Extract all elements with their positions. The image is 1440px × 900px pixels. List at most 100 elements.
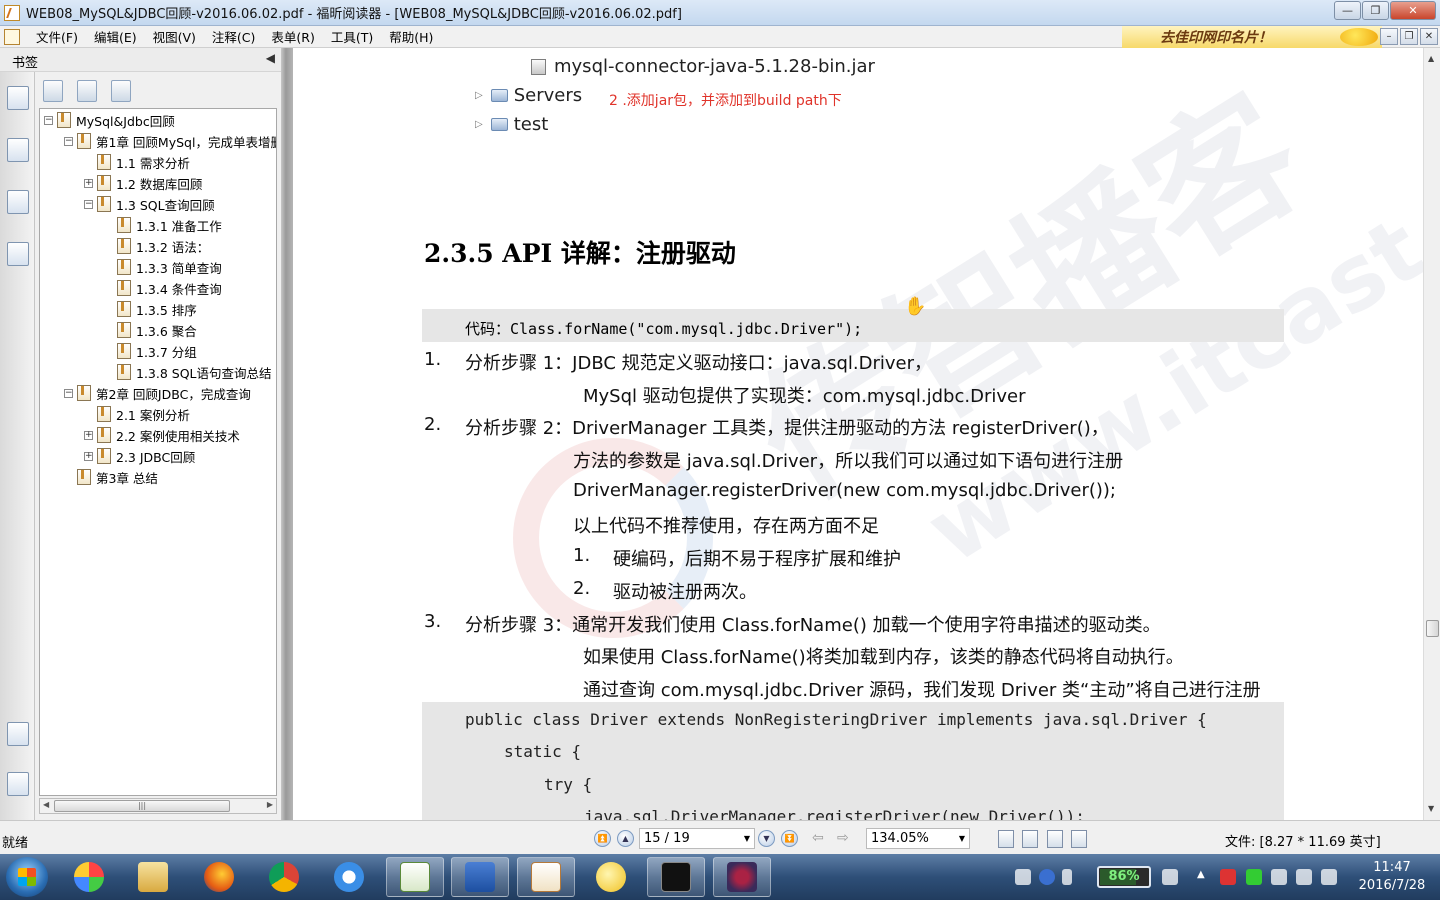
menu-edit[interactable]: 编辑(E) [86,27,145,46]
delete-bookmark-icon[interactable] [43,80,63,102]
single-page-view-icon[interactable] [998,830,1014,848]
tree-node-1-3-7[interactable]: 1.3.7 分组 [104,341,197,361]
sync-icon[interactable] [1162,869,1178,885]
previous-page-icon[interactable]: ▲ [617,830,634,847]
tree-node-1-3-5[interactable]: 1.3.5 排序 [104,299,197,319]
doc-restore-button[interactable]: ❐ [1400,28,1418,45]
bookmark-panel-icon[interactable] [7,86,29,110]
expander-icon[interactable]: + [84,451,93,461]
maximize-button[interactable]: ❐ [1362,1,1389,20]
collapse-panel-icon[interactable]: ◀ [266,51,275,65]
jar-file-entry: mysql-connector-java-5.1.28-bin.jar [531,56,875,77]
taskbar-explorer[interactable] [124,857,182,897]
doc-close-button[interactable]: ✕ [1420,28,1438,45]
taskbar-media-player[interactable] [320,857,378,897]
help-icon[interactable] [1039,869,1055,885]
taskbar-firefox[interactable] [190,857,248,897]
keyboard-icon[interactable] [1015,869,1031,885]
taskbar-foxit-reader[interactable] [517,857,575,897]
zoom-field[interactable]: 134.05% ▼ [866,828,970,849]
expander-icon[interactable]: − [64,136,73,146]
tree-node-1-3[interactable]: − 1.3 SQL查询回顾 [84,194,215,214]
scroll-left-icon[interactable]: ◀ [43,800,49,809]
volume-icon[interactable] [1271,869,1287,885]
tray-toggle-icon[interactable] [1062,869,1072,885]
dropdown-arrow-icon[interactable]: ▼ [959,834,965,843]
close-button[interactable]: ✕ [1390,1,1436,20]
annotations-panel-icon[interactable] [7,190,29,214]
tree-node-label: MySql&Jdbc回顾 [76,113,175,129]
antivirus-icon[interactable] [1220,869,1236,885]
security-icon[interactable] [1321,869,1337,885]
start-button[interactable] [6,857,48,897]
expand-triangle-icon: ▷ [475,119,483,130]
document-icon[interactable] [4,28,20,45]
new-bookmark-icon[interactable] [111,80,131,102]
forward-arrow-icon[interactable]: ⇨ [837,830,849,846]
document-view[interactable]: 传智播客 www.itcast.cn mysql-connector-java-… [293,48,1423,820]
battery-indicator[interactable]: 86% [1097,866,1151,888]
tree-node-root[interactable]: − MySql&Jdbc回顾 [44,110,175,130]
tree-node-ch1[interactable]: − 第1章 回顾MySql，完成单表增删 [64,131,276,151]
tree-node-2-3[interactable]: +2.3 JDBC回顾 [84,446,195,466]
layers-panel-icon[interactable] [7,242,29,266]
tree-node-2-2[interactable]: +2.2 案例使用相关技术 [84,425,240,445]
expander-icon[interactable]: − [64,388,73,398]
first-page-icon[interactable]: ⏫ [594,830,611,847]
document-vertical-scrollbar[interactable]: ▲ ▼ [1423,48,1440,820]
taskbar-word[interactable] [451,857,509,897]
dropdown-arrow-icon[interactable]: ▼ [744,834,750,843]
taskbar-messenger[interactable] [582,857,640,897]
minimize-button[interactable]: — [1334,1,1361,20]
network-icon[interactable] [1296,869,1312,885]
menu-form[interactable]: 表单(R) [263,27,322,46]
expander-icon[interactable]: + [84,430,93,440]
attachments-panel-icon[interactable] [7,772,29,796]
upload-icon[interactable] [1246,869,1262,885]
next-page-icon[interactable]: ▼ [758,830,775,847]
menu-tools[interactable]: 工具(T) [323,27,381,46]
tree-node-1-3-6[interactable]: 1.3.6 聚合 [104,320,197,340]
taskbar-app-pinwheel[interactable] [60,857,118,897]
tree-node-1-3-8[interactable]: 1.3.8 SQL语句查询总结 [104,362,272,382]
continuous-view-icon[interactable] [1022,830,1038,848]
comments-panel-icon[interactable] [7,722,29,746]
menu-view[interactable]: 视图(V) [145,27,204,46]
continuous-facing-view-icon[interactable] [1071,830,1087,848]
scroll-thumb[interactable] [1426,620,1439,637]
taskbar-chrome[interactable] [255,857,313,897]
tree-node-1-3-2[interactable]: 1.3.2 语法： [104,236,209,256]
doc-minimize-button[interactable]: – [1380,28,1398,45]
expander-icon[interactable]: − [84,199,93,209]
scroll-thumb[interactable]: ||| [54,800,230,812]
back-arrow-icon[interactable]: ⇦ [812,830,824,846]
scroll-up-icon[interactable]: ▲ [1428,54,1434,63]
menu-help[interactable]: 帮助(H) [381,27,441,46]
tree-node-2-1[interactable]: 2.1 案例分析 [84,404,190,424]
show-hidden-icons[interactable]: ▲ [1197,869,1207,885]
taskbar-eclipse[interactable] [713,857,771,897]
menu-file[interactable]: 文件(F) [28,27,86,46]
panel-splitter[interactable] [281,48,293,820]
taskbar-clock[interactable]: 11:47 2016/7/28 [1352,859,1432,895]
taskbar-editor[interactable] [386,857,444,897]
tree-node-ch3[interactable]: 第3章 总结 [64,467,158,487]
taskbar-command-prompt[interactable] [647,857,705,897]
bookmark-horizontal-scrollbar[interactable]: ◀ ||| ▶ [39,798,277,814]
tree-node-1-2[interactable]: +1.2 数据库回顾 [84,173,202,193]
facing-view-icon[interactable] [1047,830,1063,848]
add-bookmark-icon[interactable] [77,80,97,102]
expander-icon[interactable]: − [44,115,53,125]
page-number-field[interactable]: 15 / 19 ▼ [639,828,755,849]
tree-node-ch2[interactable]: − 第2章 回顾JDBC，完成查询 [64,383,251,403]
menu-comment[interactable]: 注释(C) [204,27,263,46]
tree-node-1-3-4[interactable]: 1.3.4 条件查询 [104,278,222,298]
pages-panel-icon[interactable] [7,138,29,162]
scroll-right-icon[interactable]: ▶ [267,800,273,809]
scroll-down-icon[interactable]: ▼ [1428,804,1434,813]
tree-node-1-3-3[interactable]: 1.3.3 简单查询 [104,257,222,277]
tree-node-1-1[interactable]: 1.1 需求分析 [84,152,190,172]
tree-node-1-3-1[interactable]: 1.3.1 准备工作 [104,215,222,235]
last-page-icon[interactable]: ⏬ [781,830,798,847]
expander-icon[interactable]: + [84,178,93,188]
